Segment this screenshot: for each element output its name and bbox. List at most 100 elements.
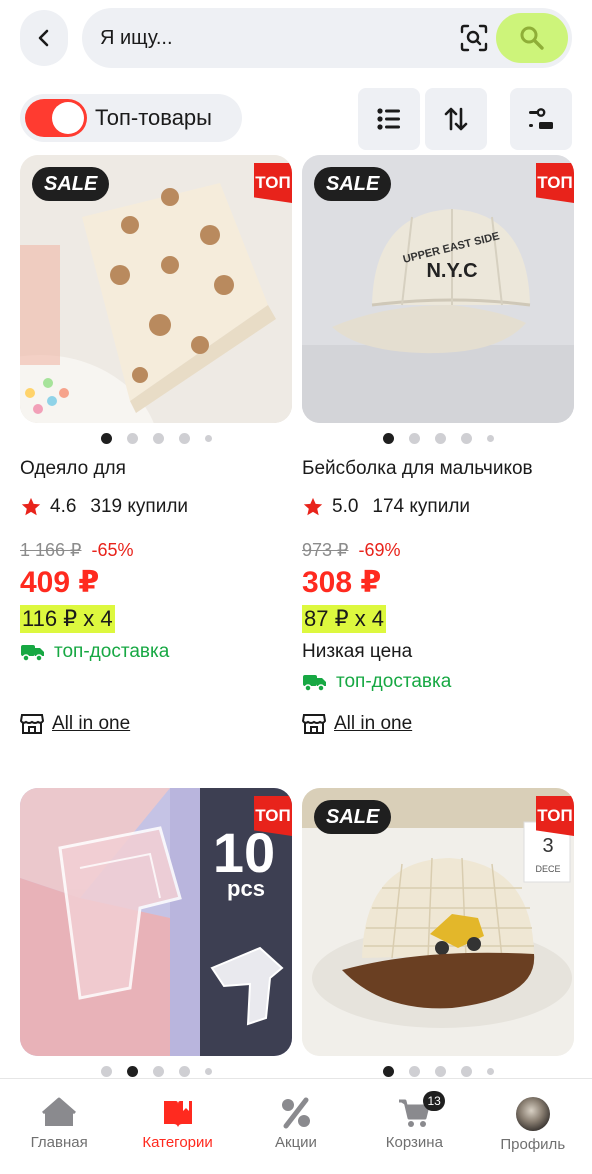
old-price: 1 166 ₽ bbox=[20, 540, 82, 560]
top-badge: ТОП bbox=[536, 163, 574, 203]
percent-icon bbox=[281, 1097, 310, 1129]
chevron-left-icon bbox=[38, 29, 49, 47]
bottom-navigation: Главная Категории Акции 13 Корзина Профи… bbox=[0, 1078, 592, 1174]
nav-label: Корзина bbox=[385, 1134, 443, 1151]
search-button[interactable] bbox=[496, 13, 568, 63]
product-title[interactable]: Бейсболка для мальчиков bbox=[302, 458, 533, 480]
cap-logo-text: N.Y.C bbox=[426, 260, 477, 282]
carousel-dot[interactable] bbox=[434, 432, 446, 444]
carousel-dot[interactable] bbox=[100, 432, 112, 444]
store-name[interactable]: All in one bbox=[334, 713, 412, 735]
top-badge: ТОП bbox=[254, 796, 292, 836]
carousel-dot[interactable] bbox=[382, 1065, 394, 1077]
carousel-dot[interactable] bbox=[204, 1067, 212, 1075]
truck-icon bbox=[21, 645, 44, 662]
carousel-dot[interactable] bbox=[152, 1065, 164, 1077]
nav-item-profile[interactable]: Профиль bbox=[474, 1079, 592, 1174]
carousel-dot[interactable] bbox=[434, 1065, 446, 1077]
old-price-row: 973 ₽ -69% bbox=[302, 540, 401, 561]
product-image[interactable]: SALE ТОП bbox=[20, 155, 292, 423]
toggle-switch[interactable] bbox=[25, 99, 87, 137]
delivery-label: топ-доставка bbox=[54, 641, 170, 662]
bought-count: 174 купили bbox=[372, 496, 471, 517]
product-image[interactable]: 3 DECE SALE ТОП bbox=[302, 788, 574, 1056]
rating-value: 4.6 bbox=[50, 496, 77, 517]
product-card[interactable]: 10 pcs ТОП bbox=[20, 788, 292, 1077]
low-price-tag: Низкая цена bbox=[302, 641, 413, 662]
image-carousel-dots bbox=[302, 431, 574, 445]
top-bar bbox=[20, 8, 572, 68]
delivery-label: топ-доставка bbox=[336, 671, 452, 692]
search-input[interactable] bbox=[100, 8, 420, 68]
price: 409 ₽ bbox=[20, 566, 100, 599]
carousel-dot[interactable] bbox=[126, 432, 138, 444]
carousel-dot[interactable] bbox=[382, 432, 394, 444]
store-name[interactable]: All in one bbox=[52, 713, 130, 735]
carousel-dot[interactable] bbox=[100, 1065, 112, 1077]
carousel-dot[interactable] bbox=[460, 432, 472, 444]
view-mode-button[interactable] bbox=[358, 88, 420, 150]
rating-row: 4.6 319 купили bbox=[20, 496, 188, 518]
top-badge: ТОП bbox=[536, 796, 574, 836]
product-image[interactable]: 10 pcs ТОП bbox=[20, 788, 292, 1056]
carousel-dot[interactable] bbox=[408, 432, 420, 444]
carousel-dot[interactable] bbox=[152, 432, 164, 444]
rating-value: 5.0 bbox=[332, 496, 359, 517]
search-icon bbox=[520, 26, 544, 50]
carousel-dot[interactable] bbox=[408, 1065, 420, 1077]
discount: -69% bbox=[358, 540, 401, 560]
top-products-toggle[interactable]: Топ-товары bbox=[20, 94, 242, 142]
corner-guard-picture: 10 pcs bbox=[20, 788, 292, 1056]
carousel-dot[interactable] bbox=[460, 1065, 472, 1077]
product-card[interactable]: UPPER EAST SIDE N.Y.C SALE ТОП Бейсболка… bbox=[302, 155, 574, 734]
top-badge: ТОП bbox=[254, 163, 292, 203]
sale-badge: SALE bbox=[32, 167, 110, 201]
installment-price: 116 ₽ x 4 bbox=[20, 605, 115, 633]
store-icon bbox=[20, 714, 44, 734]
discount: -65% bbox=[91, 540, 134, 560]
back-button[interactable] bbox=[20, 10, 68, 66]
nav-label: Главная bbox=[30, 1134, 88, 1151]
image-carousel-dots bbox=[20, 1064, 292, 1078]
filter-sliders-icon bbox=[529, 108, 553, 129]
calendar-month-text: DECE bbox=[535, 864, 560, 874]
image-search-button[interactable] bbox=[458, 22, 490, 54]
carousel-dot[interactable] bbox=[126, 1065, 138, 1077]
carousel-dot[interactable] bbox=[486, 434, 494, 442]
avatar bbox=[515, 1097, 550, 1131]
image-carousel-dots bbox=[302, 1064, 574, 1078]
search-bar bbox=[82, 8, 572, 68]
nav-label: Профиль bbox=[500, 1136, 566, 1153]
installment-price: 87 ₽ x 4 bbox=[302, 605, 387, 633]
sort-button[interactable] bbox=[425, 88, 487, 150]
carousel-dot[interactable] bbox=[178, 432, 190, 444]
nav-label: Категории bbox=[142, 1134, 213, 1151]
product-card[interactable]: SALE ТОП Одеяло для 4.6 319 купили 1 166… bbox=[20, 155, 292, 734]
product-image[interactable]: UPPER EAST SIDE N.Y.C SALE ТОП bbox=[302, 155, 574, 423]
truck-icon bbox=[303, 675, 326, 692]
price: 308 ₽ bbox=[302, 566, 382, 599]
nav-item-home[interactable]: Главная bbox=[0, 1079, 118, 1174]
store-link[interactable]: All in one bbox=[302, 713, 412, 735]
old-price: 973 ₽ bbox=[302, 540, 349, 560]
sort-arrows-icon bbox=[444, 107, 468, 131]
delivery-row: топ-доставка bbox=[302, 671, 451, 693]
sale-badge: SALE bbox=[314, 800, 392, 834]
bought-count: 319 купили bbox=[90, 496, 189, 517]
nav-item-categories[interactable]: Категории bbox=[118, 1079, 236, 1174]
product-title[interactable]: Одеяло для bbox=[20, 458, 126, 480]
filter-button[interactable] bbox=[510, 88, 572, 150]
image-carousel-dots bbox=[20, 431, 292, 445]
product-card[interactable]: 3 DECE SALE ТОП bbox=[302, 788, 574, 1077]
carousel-dot[interactable] bbox=[204, 434, 212, 442]
carousel-dot[interactable] bbox=[486, 1067, 494, 1075]
store-link[interactable]: All in one bbox=[20, 713, 130, 735]
carousel-dot[interactable] bbox=[178, 1065, 190, 1077]
filter-row: Топ-товары bbox=[20, 88, 572, 150]
old-price-row: 1 166 ₽ -65% bbox=[20, 540, 134, 561]
nav-item-cart[interactable]: 13 Корзина bbox=[355, 1079, 473, 1174]
star-icon bbox=[21, 497, 41, 516]
toggle-knob bbox=[52, 102, 84, 134]
delivery-row: топ-доставка bbox=[20, 641, 169, 663]
nav-item-promotions[interactable]: Акции bbox=[237, 1079, 355, 1174]
